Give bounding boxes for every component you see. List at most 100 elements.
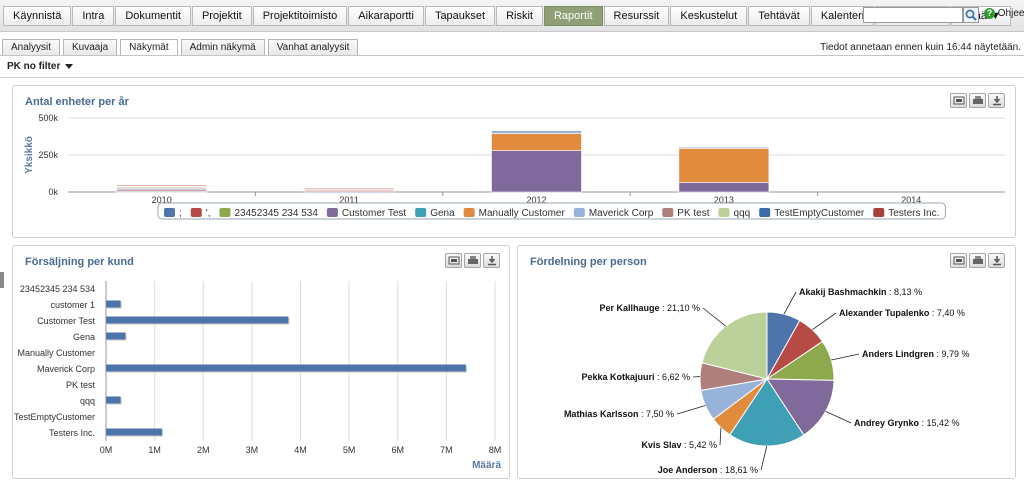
help-label: Ohjeet: [997, 8, 1024, 20]
nav-tab-k-ynnist[interactable]: Käynnistä: [3, 6, 72, 26]
filter-dropdown[interactable]: PK no filter: [7, 61, 74, 72]
search-button[interactable]: [963, 7, 979, 23]
sidebar-toggle-handle[interactable]: [0, 272, 4, 288]
y-tick-label: Customer Test: [37, 316, 95, 326]
units-chart: 0k250k500kYksikkö2010 2011 2012 2013 2014; ',…: [24, 113, 1005, 220]
legend-swatch: [190, 208, 202, 217]
top-navigation: Käynnistä Intra Dokumentit Projektit Projekt…: [0, 0, 1024, 32]
filter-label: PK no filter: [7, 61, 61, 72]
pie-chart: Akakij Bashmachkin : 8,13 % Alexander Tup…: [564, 287, 970, 475]
legend-swatch: [662, 208, 674, 217]
y-tick-label: 500k: [38, 113, 58, 123]
bar: [106, 332, 126, 340]
x-tick-label: 5M: [343, 445, 356, 455]
legend-label: Gena: [430, 208, 455, 219]
legend-label: ',: [206, 208, 211, 219]
legend-swatch: [164, 208, 175, 217]
y-tick-label: customer 1: [50, 300, 95, 310]
bar: [106, 364, 466, 372]
nav-tab-raportit[interactable]: Raportit: [543, 6, 603, 26]
x-tick-label: 8M: [489, 445, 502, 455]
x-tick-label: 6M: [391, 445, 404, 455]
bar-segment: [678, 182, 770, 193]
y-tick-label: qqq: [80, 396, 95, 406]
pie-leader-line: [702, 307, 727, 327]
bar-segment: [491, 133, 582, 151]
bar-segment: [303, 188, 395, 190]
nav-tab-keskustelut[interactable]: Keskustelut: [670, 6, 748, 26]
tab-analyysit[interactable]: Analyysit: [2, 39, 61, 55]
y-tick-label: Gena: [73, 332, 95, 342]
nav-tab-dokumentit[interactable]: Dokumentit: [115, 6, 191, 26]
distribution-per-person-panel: Fördelning per person Akakij Bashmachkin…: [517, 245, 1016, 479]
tab-admin-n-kym[interactable]: Admin näkymä: [180, 39, 265, 55]
pie-leader-line: [831, 353, 860, 361]
legend-swatch: [326, 208, 338, 217]
x-tick-label: 4M: [294, 445, 307, 455]
legend-label: PK test: [677, 208, 709, 219]
y-tick-label: TestEmptyCustomer: [14, 412, 95, 422]
nav-tab-intra[interactable]: Intra: [72, 6, 115, 26]
pie-label: Joe Anderson : 18,61 %: [658, 465, 758, 475]
legend-swatch: [718, 208, 730, 217]
bar: [106, 300, 121, 308]
legend-label: Maverick Corp: [589, 208, 654, 219]
legend-swatch: [415, 208, 427, 217]
chart-legend: ; ', 23452345 234 534 Customer Test Gena Manu…: [157, 202, 946, 220]
y-tick-label: PK test: [66, 380, 96, 390]
sales-chart: 0M 1M 2M 3M 4M 5M 6M 7M 8M Määrä 23452345 234 534 c…: [14, 281, 502, 471]
pie-label: Pekka Kotkajuuri : 6,62 %: [581, 372, 690, 382]
x-tick-label: 0M: [100, 445, 113, 455]
tab-n-kym-t[interactable]: Näkymät: [120, 39, 178, 56]
data-timestamp-notice: Tiedot annetaan ennen kuin 16:44 näytetä…: [820, 42, 1021, 53]
nav-tab-projektit[interactable]: Projektit: [191, 6, 252, 26]
y-tick-label: Testers Inc.: [49, 428, 95, 438]
x-tick-label: 7M: [440, 445, 453, 455]
pie-label: Per Kallhauge : 21,10 %: [599, 303, 700, 313]
y-tick-label: 0k: [48, 187, 58, 197]
legend-label: ;: [179, 208, 182, 219]
pie-label: Kvis Slav : 5,42 %: [641, 440, 717, 450]
legend-swatch: [573, 208, 585, 217]
search-icon: [965, 9, 977, 21]
bar: [106, 316, 289, 324]
legend-swatch: [463, 208, 475, 217]
help-link[interactable]: ? Ohjeet: [984, 8, 1024, 19]
nav-tab-riskit[interactable]: Riskit: [496, 6, 543, 26]
bar: [106, 396, 121, 404]
x-tick-label: 1M: [148, 445, 161, 455]
nav-tab-resurssit[interactable]: Resurssit: [603, 6, 670, 26]
pie-leader-line: [719, 427, 722, 446]
bar-segment: [116, 184, 207, 187]
nav-tab-teht-v-t[interactable]: Tehtävät: [748, 6, 810, 26]
x-axis-label: Määrä: [472, 460, 501, 471]
pie-leader-line: [676, 405, 706, 415]
pie-label: Anders Lindgren : 9,79 %: [862, 349, 970, 359]
nav-tab-tapaukset[interactable]: Tapaukset: [424, 6, 496, 26]
legend-label: Manually Customer: [479, 208, 566, 219]
nav-tab-aikaraportti[interactable]: Aikaraportti: [348, 6, 424, 26]
y-axis-label: Yksikkö: [24, 136, 35, 174]
pie-leader-line: [783, 291, 797, 315]
search-input[interactable]: [863, 7, 963, 23]
legend-swatch: [873, 208, 885, 217]
legend-label: TestEmptyCustomer: [774, 208, 865, 219]
units-per-year-panel: Antal enheter per år 0k 250k 500k Yksikkö 20…: [12, 85, 1016, 238]
y-tick-label: Maverick Corp: [37, 364, 95, 374]
pie-label: Alexander Tupalenko : 7,40 %: [839, 308, 965, 318]
bar: [106, 428, 162, 436]
nav-tab-projektitoimisto[interactable]: Projektitoimisto: [252, 6, 348, 26]
help-icon: ?: [984, 8, 995, 19]
sales-per-customer-panel: Försäljning per kund 0M 1M 2M 3M 4M 5M 6M 7M 8M M…: [12, 245, 510, 479]
pie-leader-line: [760, 445, 768, 471]
bar-segment: [491, 150, 582, 193]
x-tick-label: 2M: [197, 445, 210, 455]
report-tabs: Analyysit Kuvaaja Näkymät Admin näkymä Vanha…: [2, 39, 361, 56]
x-tick-label: 3M: [246, 445, 259, 455]
tab-kuvaaja[interactable]: Kuvaaja: [63, 39, 118, 55]
y-tick-label: 250k: [38, 150, 58, 160]
pie-label: Mathias Karlsson : 7,50 %: [564, 409, 674, 419]
bar-segment: [678, 146, 770, 149]
pie-label: Andrey Grynko : 15,42 %: [854, 418, 960, 428]
tab-vanhat-analyysit[interactable]: Vanhat analyysit: [267, 39, 359, 55]
